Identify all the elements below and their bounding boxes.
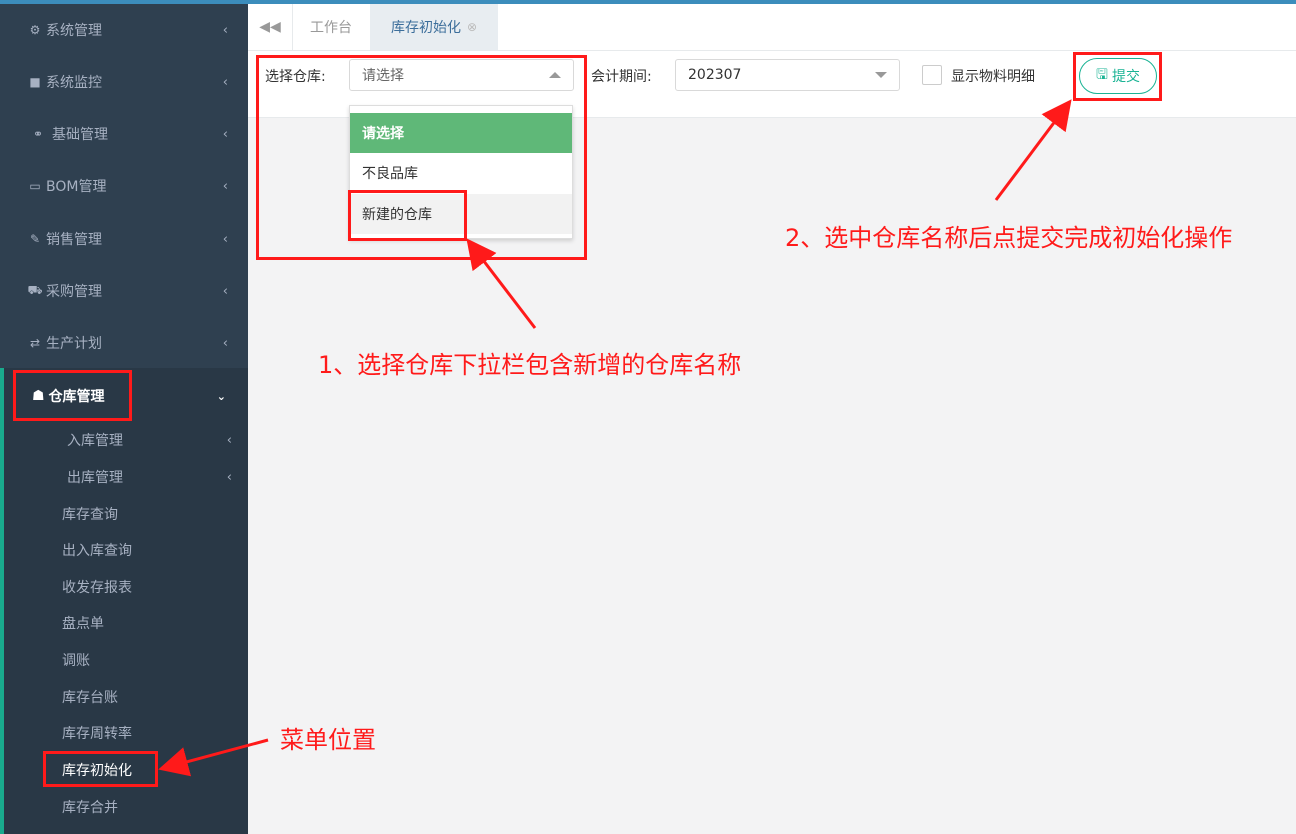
sidebar-item-label: 生产计划 (46, 336, 102, 352)
chevron-left-icon: ‹ (222, 74, 228, 90)
tab-label: 工作台 (310, 20, 352, 36)
tab-label: 库存初始化 (390, 20, 461, 36)
sidebar-item-system[interactable]: ⚙ 系统管理 ‹ (0, 10, 248, 50)
sidebar-item-basic[interactable]: ⚭ 基础管理 ‹ (0, 114, 248, 154)
laptop-icon: ▭ (29, 179, 41, 193)
double-chevron-left-icon: ◀◀ (259, 19, 281, 35)
chevron-left-icon: ‹ (222, 178, 228, 194)
show-detail-checkbox[interactable] (922, 65, 942, 85)
sidebar-item-production[interactable]: ⇄ 生产计划 ‹ (0, 323, 248, 363)
tab-bar: ◀◀ 工作台 库存初始化 ⊗ (248, 4, 1296, 51)
sidebar-subitem-label: 库存台账 (62, 690, 118, 706)
sidebar-subitem-outbound[interactable]: 出库管理 ‹ (0, 462, 248, 492)
exchange-icon: ⇄ (29, 336, 41, 350)
annotation-step1: 1、选择仓库下拉栏包含新增的仓库名称 (318, 351, 742, 379)
sidebar-item-label: 采购管理 (46, 284, 102, 300)
sidebar-item-monitor[interactable]: ■ 系统监控 ‹ (0, 62, 248, 102)
sidebar-subitem-label: 入库管理 (67, 433, 123, 449)
chevron-left-icon: ‹ (222, 335, 228, 351)
chevron-left-icon: ‹ (222, 22, 228, 38)
tab-scroll-left-button[interactable]: ◀◀ (248, 4, 293, 50)
annotation-box-warehouse-menu (13, 370, 132, 421)
tab-workbench[interactable]: 工作台 (292, 4, 370, 50)
arrow-to-submit (994, 99, 1072, 201)
tab-stock-init[interactable]: 库存初始化 ⊗ (370, 4, 498, 50)
annotation-box-submit (1073, 52, 1162, 101)
sidebar-subitem-label: 出入库查询 (62, 543, 132, 559)
sidebar-item-label: 基础管理 (52, 127, 108, 143)
gear-icon: ⚙ (29, 23, 41, 37)
sidebar-subitem-merge[interactable]: 库存合并 (0, 792, 248, 822)
sidebar-item-purchase[interactable]: ⛟ 采购管理 ‹ (0, 271, 248, 311)
annotation-box-stock-init-menu (43, 751, 158, 787)
sidebar-subitem-inout-query[interactable]: 出入库查询 (0, 535, 248, 565)
sidebar-item-label: 系统监控 (46, 75, 102, 91)
sidebar-subitem-inbound[interactable]: 入库管理 ‹ (0, 425, 248, 455)
sidebar-item-label: BOM管理 (46, 179, 107, 195)
video-camera-icon: ■ (29, 75, 41, 89)
annotation-menu-location: 菜单位置 (280, 726, 376, 754)
sidebar-subitem-label: 出库管理 (67, 470, 123, 486)
chevron-left-icon: ‹ (222, 231, 228, 247)
sidebar-subitem-turnover[interactable]: 库存周转率 (0, 718, 248, 748)
sidebar-subitem-label: 盘点单 (62, 616, 104, 632)
sidebar-subitem-report[interactable]: 收发存报表 (0, 572, 248, 602)
sidebar-subitem-stock-query[interactable]: 库存查询 (0, 499, 248, 529)
bicycle-icon: ⚭ (32, 127, 44, 141)
sidebar-subitem-label: 库存合并 (62, 800, 118, 816)
sidebar-subitem-ledger[interactable]: 库存台账 (0, 682, 248, 712)
sidebar-item-sales[interactable]: ✎ 销售管理 ‹ (0, 219, 248, 259)
sidebar-subitem-label: 收发存报表 (62, 580, 132, 596)
show-detail-label: 显示物料明细 (951, 69, 1035, 85)
caret-down-icon (875, 72, 887, 78)
close-icon[interactable]: ⊗ (467, 20, 477, 34)
edit-icon: ✎ (29, 232, 41, 246)
cart-icon: ⛟ (27, 283, 43, 297)
period-label: 会计期间: (591, 69, 652, 85)
sidebar-subitem-label: 库存查询 (62, 507, 118, 523)
period-select-value: 202307 (688, 67, 742, 83)
annotation-step2: 2、选中仓库名称后点提交完成初始化操作 (785, 224, 1233, 252)
chevron-left-icon: ‹ (222, 126, 228, 142)
sidebar-subitem-adjust[interactable]: 调账 (0, 645, 248, 675)
sidebar-subitem-label: 调账 (62, 653, 90, 669)
sidebar-item-bom[interactable]: ▭ BOM管理 ‹ (0, 166, 248, 206)
chevron-left-icon: ‹ (226, 469, 232, 485)
sidebar-item-label: 销售管理 (46, 232, 102, 248)
chevron-left-icon: ‹ (222, 283, 228, 299)
sidebar-subitem-label: 库存周转率 (62, 726, 132, 742)
sidebar-subitem-stocktake[interactable]: 盘点单 (0, 608, 248, 638)
sidebar-item-label: 系统管理 (46, 23, 102, 39)
chevron-left-icon: ‹ (226, 432, 232, 448)
chevron-down-icon: ⌄ (216, 389, 226, 403)
period-select[interactable]: 202307 (675, 59, 900, 91)
annotation-box-new-warehouse (348, 190, 467, 241)
